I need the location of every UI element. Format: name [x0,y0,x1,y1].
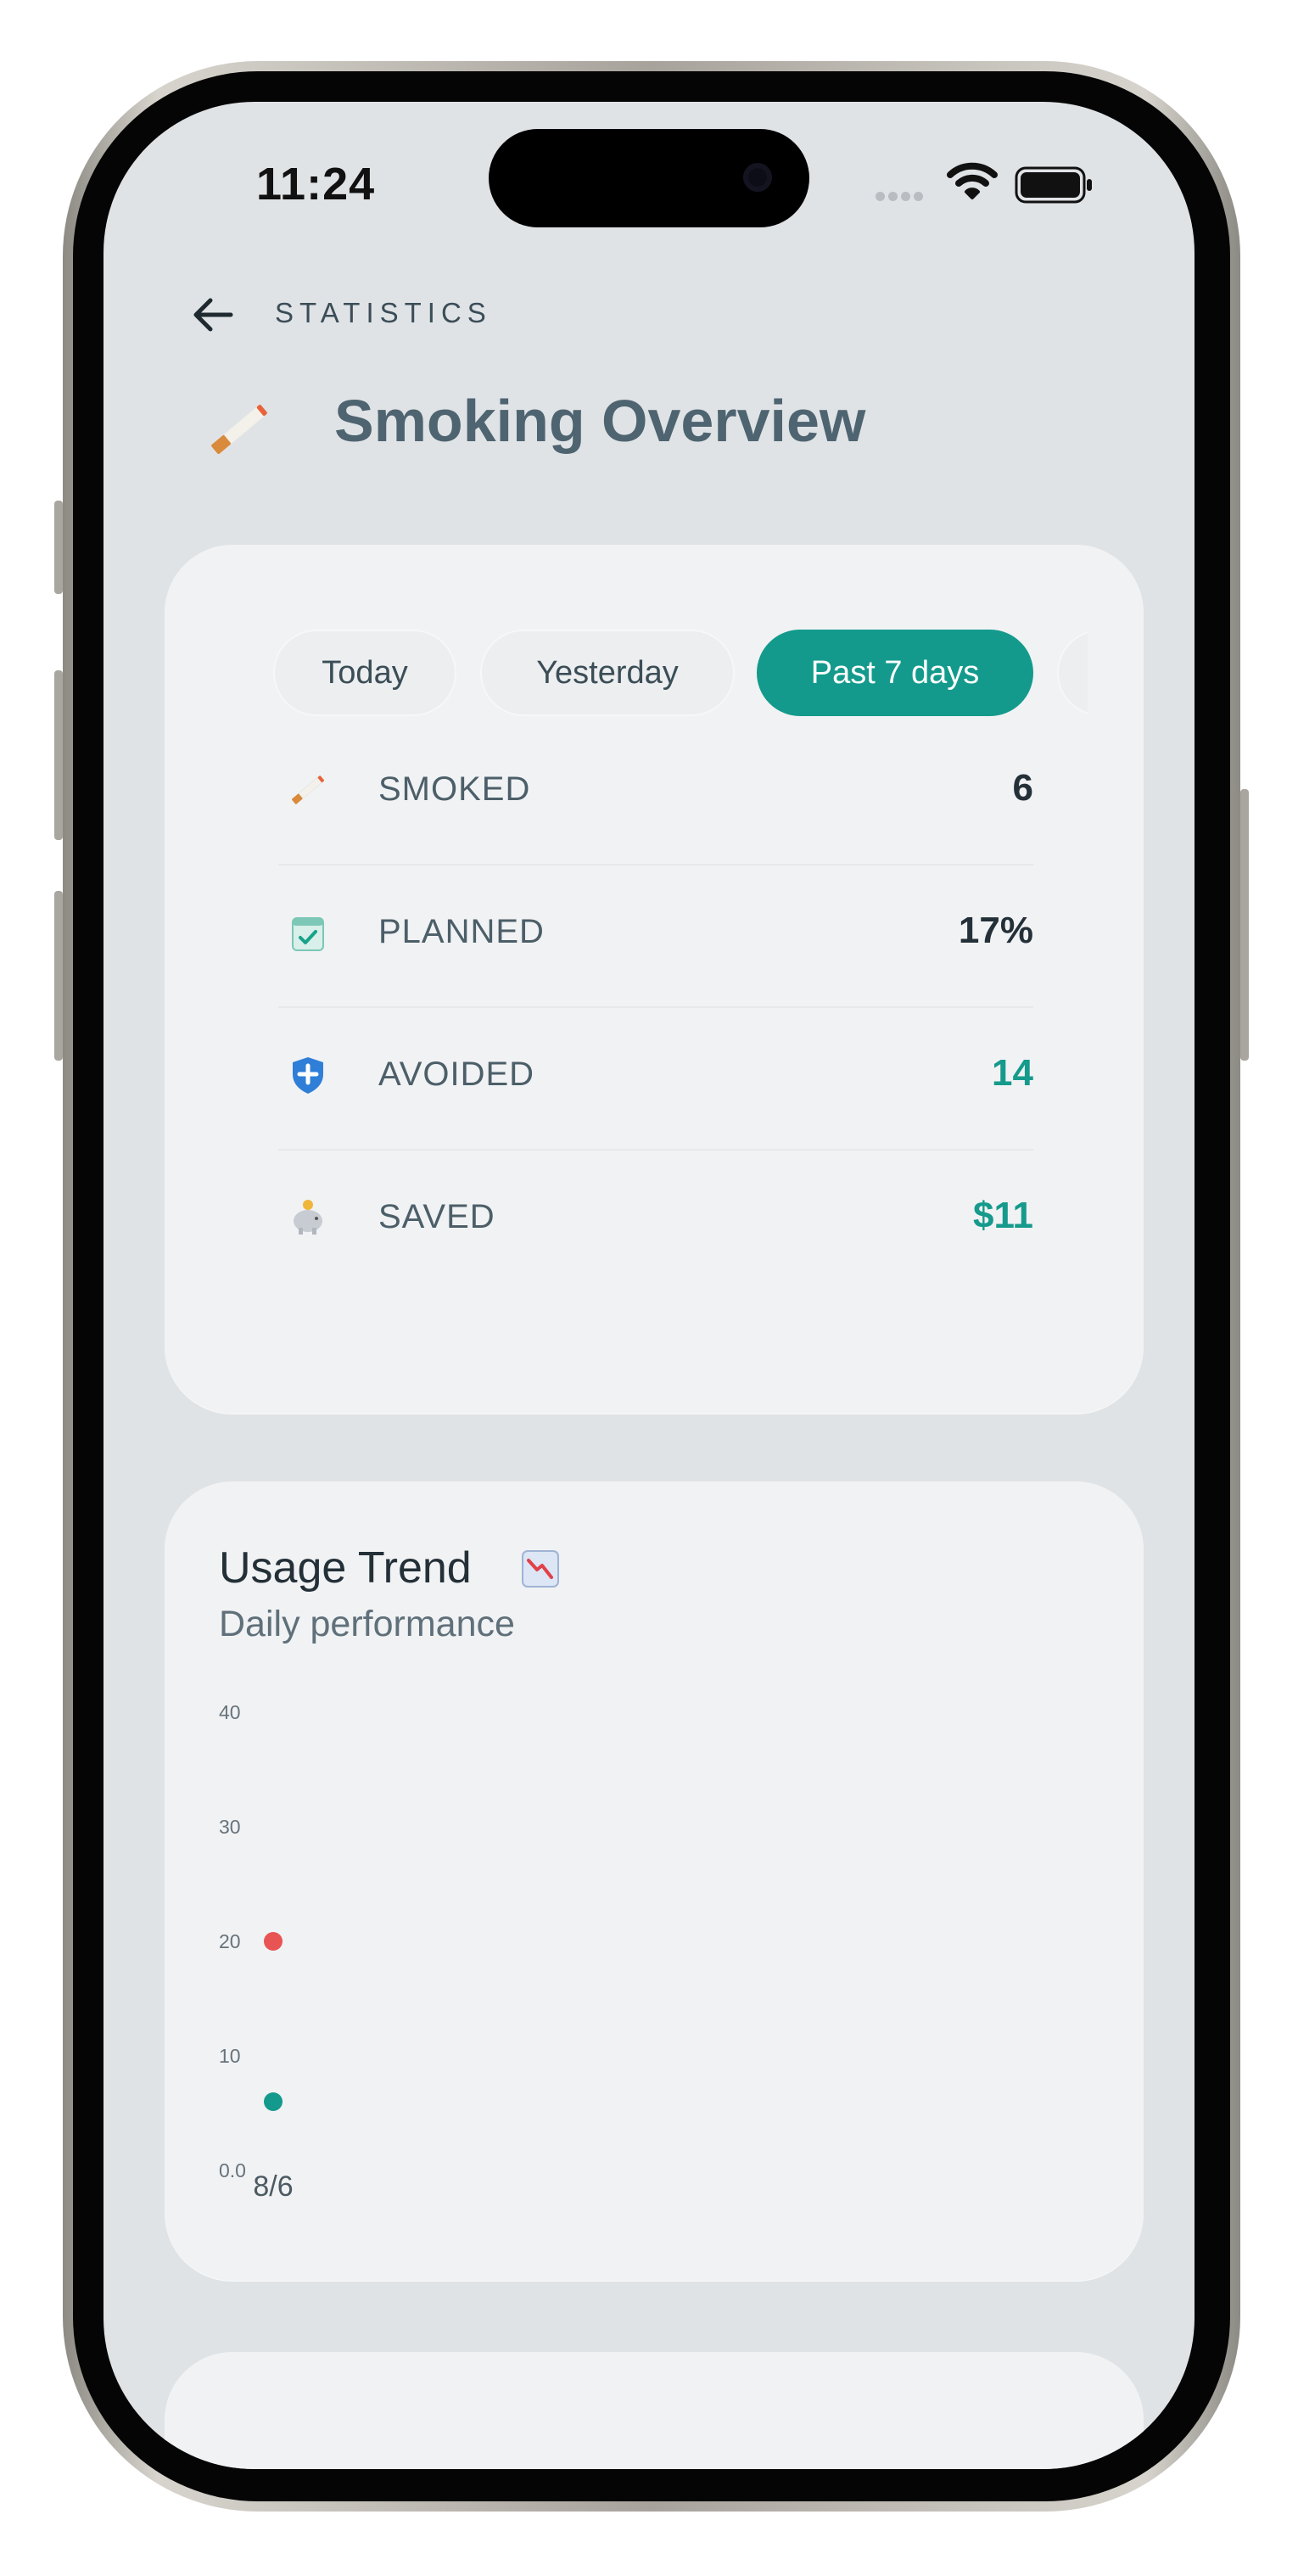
page-title: Smoking Overview [334,388,866,454]
back-arrow-icon[interactable] [188,290,238,339]
stat-row-planned: PLANNED 17% [278,864,1033,1008]
usage-trend-title: Usage Trend [219,1543,472,1593]
usage-trend-card: Usage Trend Daily performance 40 30 20 10 0.… [165,1481,1144,2281]
stat-label: PLANNED [378,913,545,950]
stat-value: 6 [1012,767,1033,809]
chart-decreasing-icon [522,1550,559,1588]
y-tick-label: 40 [219,1701,241,1723]
volume-down-button [54,891,63,1061]
y-tick-label: 20 [219,1930,241,1952]
series-2-point[interactable] [264,2092,283,2111]
app-screen: 11:24 STATISTICS Smoking Overview Today … [104,102,1194,2469]
dynamic-island [489,129,809,227]
stat-label: SAVED [378,1198,495,1235]
cigarette-icon [291,776,325,804]
stat-row-avoided: AVOIDED 14 [278,1006,1033,1151]
status-time: 11:24 [256,159,376,210]
cigarette-icon [211,405,267,454]
cellular-signal-icon [876,190,932,202]
y-tick-label: 0.0 [219,2159,246,2181]
action-button [54,501,63,594]
calendar-check-icon [292,917,324,951]
back-label[interactable]: STATISTICS [275,297,492,329]
usage-trend-subtitle: Daily performance [219,1604,515,1644]
y-tick-label: 10 [219,2045,241,2067]
power-button [1240,789,1249,1061]
y-tick-label: 30 [219,1816,241,1838]
stat-label: AVOIDED [378,1056,535,1093]
summary-card: Today Yesterday Past 7 days SMOKED 6 PLA… [165,545,1144,1414]
battery-icon [1015,166,1092,204]
volume-up-button [54,670,63,840]
shield-icon [293,1057,323,1094]
stat-row-saved: SAVED $11 [278,1149,1033,1291]
stat-row-smoked: SMOKED 6 [278,721,1033,865]
piggy-bank-icon [294,1200,322,1235]
tab-past-7-days[interactable]: Past 7 days [757,630,1033,716]
camera-icon [743,163,772,192]
stat-value: 17% [958,910,1033,951]
usage-trend-chart: 40 30 20 10 0.0 8/6 [219,1701,294,2203]
tab-more[interactable] [1057,630,1088,716]
tab-today[interactable]: Today [273,630,456,716]
wifi-icon [947,162,998,199]
period-tabs: Today Yesterday Past 7 days [273,626,1088,720]
next-card [165,2352,1144,2469]
stat-label: SMOKED [378,770,531,808]
stat-value: $11 [973,1195,1033,1236]
x-tick-label: 8/6 [253,2170,293,2203]
stat-value: 14 [992,1052,1033,1094]
tab-yesterday[interactable]: Yesterday [480,630,735,716]
series-1-point[interactable] [264,1932,283,1951]
